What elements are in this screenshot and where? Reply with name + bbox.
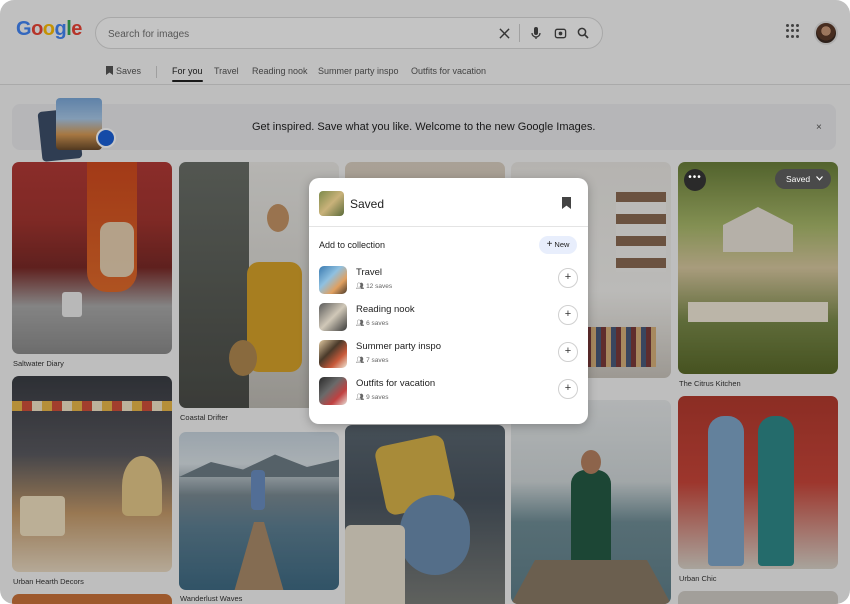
saves-count: 6 saves: [366, 320, 389, 327]
pin-caption: Saltwater Diary: [13, 359, 64, 368]
pin-image[interactable]: [179, 432, 339, 590]
plus-icon: +: [546, 239, 553, 250]
logo-letter: G: [16, 18, 32, 40]
pin-image[interactable]: [511, 400, 671, 604]
people-icon: 👥︎: [356, 283, 367, 290]
google-images-page: Google Saves For you Travel: [0, 0, 850, 604]
collection-name: Travel: [356, 267, 383, 278]
saved-pill-label: Saved: [786, 174, 811, 184]
pin-caption: Coastal Drifter: [180, 413, 228, 422]
pin-image[interactable]: [12, 594, 172, 604]
saves-count: 7 saves: [366, 357, 389, 364]
bookmark-icon: [106, 66, 113, 75]
tab-summer-party-inspo[interactable]: Summer party inspo: [318, 66, 399, 76]
banner-text: Get inspired. Save what you like. Welcom…: [252, 121, 596, 133]
add-to-collection-button[interactable]: +: [558, 305, 578, 325]
collection-name: Summer party inspo: [356, 341, 442, 352]
collection-row-reading-nook[interactable]: Reading nook 👥︎ 6 saves +: [319, 303, 579, 333]
pin-caption: The Citrus Kitchen: [679, 379, 741, 388]
logo-letter: o: [42, 18, 55, 40]
pin-image[interactable]: [12, 376, 172, 572]
apps-grid-icon[interactable]: [786, 24, 800, 38]
people-icon: 👥︎: [356, 394, 367, 401]
logo-letter: o: [31, 18, 43, 40]
pin-image[interactable]: [678, 162, 838, 374]
people-icon: 👥︎: [356, 320, 367, 327]
pin-image[interactable]: [678, 396, 838, 569]
search-input[interactable]: [106, 24, 490, 44]
tab-travel[interactable]: Travel: [214, 66, 239, 76]
close-icon[interactable]: ×: [816, 122, 822, 133]
saved-image-thumbnail: [319, 191, 344, 216]
welcome-banner: Get inspired. Save what you like. Welcom…: [12, 98, 836, 162]
pin-caption: Wanderlust Waves: [180, 594, 243, 603]
collection-thumbnail: [319, 266, 347, 294]
search-bar: [95, 17, 603, 49]
chevron-down-icon: [816, 176, 824, 181]
tab-for-you[interactable]: For you: [172, 66, 203, 82]
logo-letter: e: [71, 18, 82, 40]
search-icon[interactable]: [575, 25, 591, 41]
collection-row-outfits-for-vacation[interactable]: Outfits for vacation 👥︎ 9 saves +: [319, 377, 579, 407]
dialog-title: Saved: [350, 197, 385, 211]
bookmark-icon[interactable]: [562, 197, 571, 209]
collection-name: Reading nook: [356, 304, 415, 315]
tab-label: Saves: [116, 66, 142, 76]
avatar[interactable]: [814, 21, 838, 45]
tab-outfits-for-vacation[interactable]: Outfits for vacation: [411, 66, 486, 76]
collection-saves: 👥︎ 6 saves: [356, 319, 388, 327]
collection-name: Outfits for vacation: [356, 378, 436, 389]
clear-icon[interactable]: [496, 25, 512, 41]
collection-thumbnail: [319, 340, 347, 368]
new-button-label: New: [554, 240, 570, 249]
dialog-divider: [309, 226, 588, 227]
add-to-collection-button[interactable]: +: [558, 342, 578, 362]
saves-count: 9 saves: [366, 394, 389, 401]
add-to-collection-button[interactable]: +: [558, 379, 578, 399]
collection-row-summer-party-inspo[interactable]: Summer party inspo 👥︎ 7 saves +: [319, 340, 579, 370]
save-to-collection-dialog: Saved Add to collection + New Travel 👥︎ 1…: [309, 178, 588, 424]
add-to-collection-button[interactable]: +: [558, 268, 578, 288]
tab-saves[interactable]: Saves: [106, 66, 141, 76]
pin-image[interactable]: [345, 425, 505, 604]
google-logo[interactable]: Google: [16, 18, 82, 41]
banner-illustration-photo: [56, 98, 102, 150]
tab-reading-nook[interactable]: Reading nook: [252, 66, 308, 76]
pin-image[interactable]: [678, 591, 838, 604]
people-icon: 👥︎: [356, 357, 367, 364]
collection-saves: 👥︎ 7 saves: [356, 356, 388, 364]
tab-divider: [156, 66, 157, 78]
collection-thumbnail: [319, 303, 347, 331]
pin-caption: Urban Hearth Decors: [13, 577, 84, 586]
collection-row-travel[interactable]: Travel 👥︎ 12 saves +: [319, 266, 579, 296]
logo-letter: g: [54, 18, 67, 40]
banner-badge-icon: [96, 128, 116, 148]
new-collection-button[interactable]: + New: [539, 236, 577, 254]
dialog-subtitle: Add to collection: [319, 240, 386, 250]
collection-saves: 👥︎ 9 saves: [356, 393, 388, 401]
more-options-icon[interactable]: •••: [684, 169, 706, 191]
pin-caption: Urban Chic: [679, 574, 717, 583]
saved-dropdown-button[interactable]: Saved: [775, 169, 831, 189]
camera-lens-icon[interactable]: [552, 25, 568, 41]
collection-saves: 👥︎ 12 saves: [356, 282, 392, 290]
pin-image[interactable]: [12, 162, 172, 354]
search-divider: [519, 24, 520, 42]
microphone-icon[interactable]: [528, 25, 544, 41]
saves-count: 12 saves: [366, 283, 393, 290]
collection-thumbnail: [319, 377, 347, 405]
